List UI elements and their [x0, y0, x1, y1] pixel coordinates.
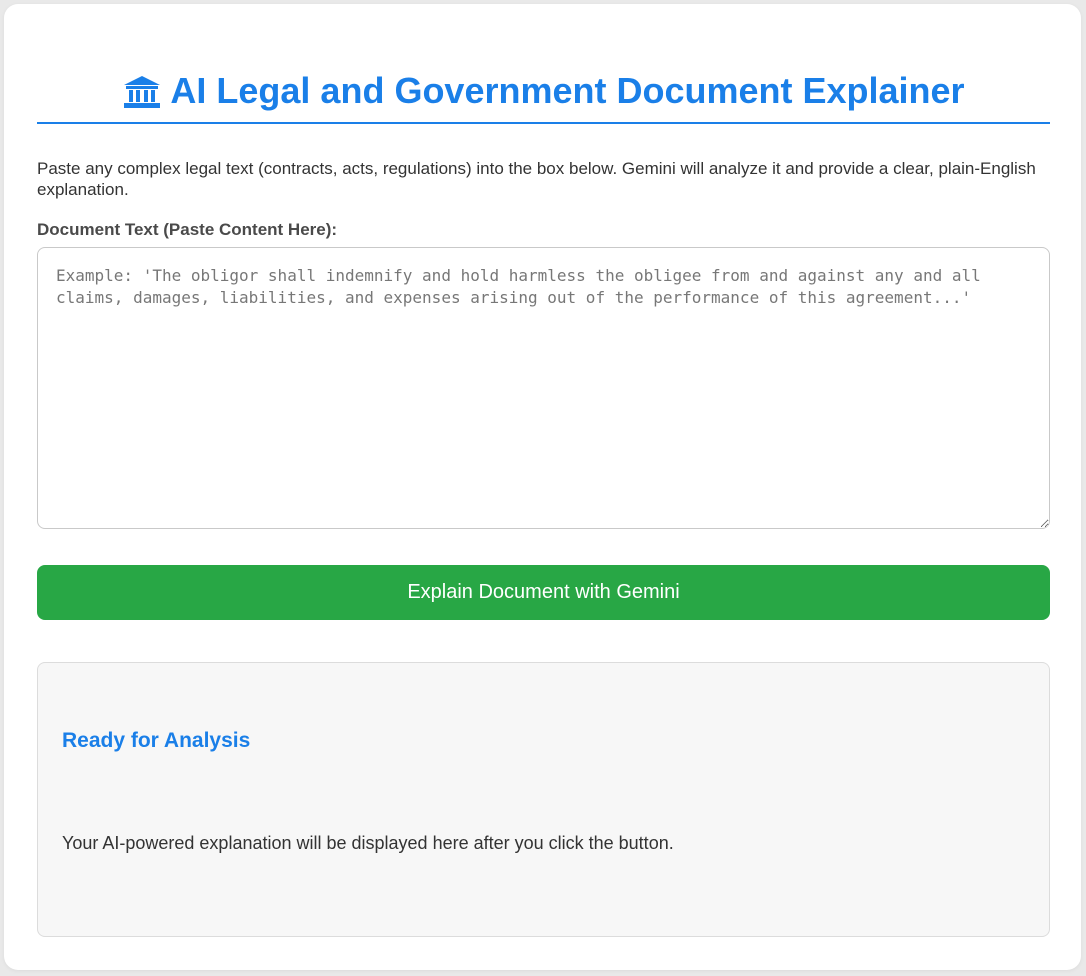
main-card: AI Legal and Government Document Explain…	[4, 4, 1081, 970]
government-building-icon	[122, 74, 162, 110]
document-text-input[interactable]	[37, 247, 1050, 529]
explain-document-button[interactable]: Explain Document with Gemini	[37, 565, 1050, 620]
result-message: Your AI-powered explanation will be disp…	[62, 833, 674, 853]
result-title: Ready for Analysis	[62, 729, 251, 752]
intro-text: Paste any complex legal text (contracts,…	[37, 159, 1036, 199]
page-title: AI Legal and Government Document Explain…	[122, 70, 965, 112]
page-title-text: AI Legal and Government Document Explain…	[170, 70, 965, 111]
document-text-label: Document Text (Paste Content Here):	[37, 220, 338, 239]
result-panel: Ready for Analysis Your AI-powered expla…	[37, 662, 1050, 937]
page-header: AI Legal and Government Document Explain…	[37, 70, 1050, 124]
